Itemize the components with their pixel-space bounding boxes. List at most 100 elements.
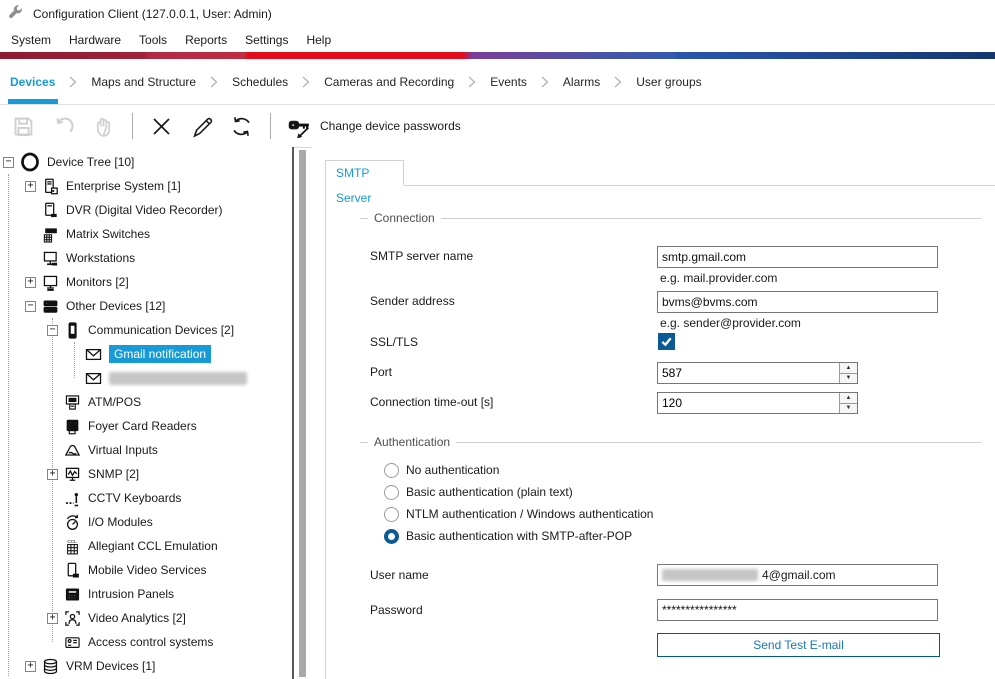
nav-tab-devices[interactable]: Devices — [8, 71, 57, 93]
tree-item-enterprise-system-1[interactable]: + Enterprise System [1] — [0, 174, 292, 198]
auth-option-ntlm-authentication-windows-authentication[interactable]: NTLM authentication / Windows authentica… — [384, 506, 653, 522]
user-name-label: User name — [370, 564, 429, 586]
spin-up-icon[interactable]: ▲ — [840, 393, 857, 404]
timeout-input[interactable] — [658, 393, 839, 413]
radio-button[interactable] — [384, 485, 399, 500]
nav-tab-events[interactable]: Events — [488, 71, 529, 93]
menu-item-help[interactable]: Help — [297, 30, 340, 50]
tree-item-access-control-systems[interactable]: Access control systems — [0, 630, 292, 654]
tree-item-other-devices-12[interactable]: −Other Devices [12] — [0, 294, 292, 318]
radio-button-selected[interactable] — [384, 529, 399, 544]
tree-expander-minus-icon[interactable]: − — [3, 157, 14, 168]
enterprise-system-icon — [42, 178, 59, 195]
panel-splitter[interactable] — [292, 147, 294, 679]
tree-expander-plus-icon[interactable]: + — [47, 613, 58, 624]
tree-item-i-o-modules[interactable]: I/O Modules — [0, 510, 292, 534]
app-wrench-icon — [7, 5, 24, 22]
tree-expander-plus-icon[interactable]: + — [25, 277, 36, 288]
tree-item-mobile-video-services[interactable]: Mobile Video Services — [0, 558, 292, 582]
tree-item-label: Monitors [2] — [66, 275, 129, 289]
delete-button[interactable] — [150, 115, 173, 138]
tree-item-dvr-digital-video-recorder[interactable]: DVR (Digital Video Recorder) — [0, 198, 292, 222]
tree-item-snmp-2[interactable]: +SNMP [2] — [0, 462, 292, 486]
tree-item-communication-devices-2[interactable]: −Communication Devices [2] — [0, 318, 292, 342]
undo-button[interactable] — [52, 115, 75, 138]
tree-item-virtual-inputs[interactable]: Virtual Inputs — [0, 438, 292, 462]
card-reader-icon — [64, 418, 81, 435]
tree-item-monitors-2[interactable]: + Monitors [2] — [0, 270, 292, 294]
spin-up-icon[interactable]: ▲ — [840, 363, 857, 374]
toolbar-separator — [132, 113, 133, 139]
tree-expander-minus-icon[interactable]: − — [25, 301, 36, 312]
change-passwords-button[interactable]: Change device passwords — [288, 115, 461, 138]
menu-item-settings[interactable]: Settings — [236, 30, 297, 50]
tree-item-matrix-switches[interactable]: Matrix Switches — [0, 222, 292, 246]
tab-page-left-border — [325, 185, 326, 679]
nav-tab-schedules[interactable]: Schedules — [230, 71, 290, 93]
intrusion-panel-icon — [64, 586, 81, 603]
sender-address-hint: e.g. sender@provider.com — [660, 316, 801, 330]
radio-button[interactable] — [384, 463, 399, 478]
spin-down-icon[interactable]: ▼ — [840, 404, 857, 414]
auth-option-no-authentication[interactable]: No authentication — [384, 462, 499, 478]
tree-item-gmail-notification[interactable]: Gmail notification — [0, 342, 292, 366]
tree-item-allegiant-ccl-emulation[interactable]: Allegiant CCL Emulation — [0, 534, 292, 558]
tree-item-device-tree-10[interactable]: − Device Tree [10] — [0, 150, 292, 174]
tree-item-label: Mobile Video Services — [88, 563, 207, 577]
nav-tab-maps-and-structure[interactable]: Maps and Structure — [89, 71, 198, 93]
tab-smtp-server[interactable]: SMTP Server — [325, 160, 404, 185]
spin-down-icon[interactable]: ▼ — [840, 374, 857, 384]
menu-item-system[interactable]: System — [2, 30, 60, 50]
tree-expander-plus-icon[interactable]: + — [25, 181, 36, 192]
menu-item-hardware[interactable]: Hardware — [60, 30, 130, 50]
port-input[interactable] — [658, 363, 839, 383]
activate-button[interactable] — [92, 115, 115, 138]
tree-item-label: VRM Devices [1] — [66, 659, 155, 673]
tree-item-intrusion-panels[interactable]: Intrusion Panels — [0, 582, 292, 606]
nav-tab-alarms[interactable]: Alarms — [561, 71, 602, 93]
menu-item-tools[interactable]: Tools — [130, 30, 176, 50]
tree-expander-plus-icon[interactable]: + — [25, 661, 36, 672]
send-test-email-button[interactable]: Send Test E-mail — [657, 633, 940, 657]
tree-item-vrm-devices-1[interactable]: + VRM Devices [1] — [0, 654, 292, 678]
edit-button[interactable] — [190, 115, 213, 138]
tree-item-video-analytics-2[interactable]: +Video Analytics [2] — [0, 606, 292, 630]
cctv-keyboard-icon — [64, 490, 81, 507]
tree-item-label: Device Tree [10] — [47, 155, 134, 169]
tree-expander-minus-icon[interactable]: − — [47, 325, 58, 336]
auth-option-basic-authentication-with-smtp-after-pop[interactable]: Basic authentication with SMTP-after-POP — [384, 528, 632, 544]
ssl-tls-checkbox[interactable] — [658, 333, 675, 350]
radio-button[interactable] — [384, 507, 399, 522]
sender-address-input[interactable] — [657, 291, 938, 313]
tree-expander-plus-icon[interactable]: + — [47, 469, 58, 480]
smtp-server-name-input[interactable] — [657, 246, 938, 268]
smtp-server-name-label: SMTP server name — [370, 245, 473, 267]
nav-tab-cameras-and-recording[interactable]: Cameras and Recording — [322, 71, 456, 93]
connection-group-header: Connection — [360, 211, 981, 225]
tree-item-foyer-card-readers[interactable]: Foyer Card Readers — [0, 414, 292, 438]
auth-option-basic-authentication-plain-text[interactable]: Basic authentication (plain text) — [384, 484, 573, 500]
auth-option-label: NTLM authentication / Windows authentica… — [406, 507, 653, 521]
envelope-icon — [85, 346, 102, 363]
tree-item-cctv-keyboards[interactable]: CCTV Keyboards — [0, 486, 292, 510]
tree-item-atm-pos[interactable]: ATM/POS — [0, 390, 292, 414]
mobile-video-icon — [64, 562, 81, 579]
tree-item-workstations[interactable]: Workstations — [0, 246, 292, 270]
refresh-button[interactable] — [230, 115, 253, 138]
workstation-icon — [42, 250, 59, 267]
nav-tab-user-groups[interactable]: User groups — [634, 71, 703, 93]
tree-item-label: Virtual Inputs — [88, 443, 158, 457]
tree-item-redacted-email[interactable] — [0, 366, 292, 390]
tree-item-label: Enterprise System [1] — [66, 179, 181, 193]
menu-item-reports[interactable]: Reports — [176, 30, 236, 50]
save-button[interactable] — [12, 115, 35, 138]
title-bar: Configuration Client (127.0.0.1, User: A… — [0, 0, 995, 27]
save-icon — [12, 115, 35, 138]
user-name-input[interactable]: 4@gmail.com — [657, 564, 938, 586]
redacted-username-prefix — [662, 569, 758, 581]
tree-scrollbar-thumb[interactable] — [299, 150, 306, 677]
password-input[interactable] — [657, 599, 938, 621]
tree-item-label: Gmail notification — [109, 345, 211, 363]
chevron-right-icon — [468, 76, 476, 88]
io-module-icon — [64, 514, 81, 531]
